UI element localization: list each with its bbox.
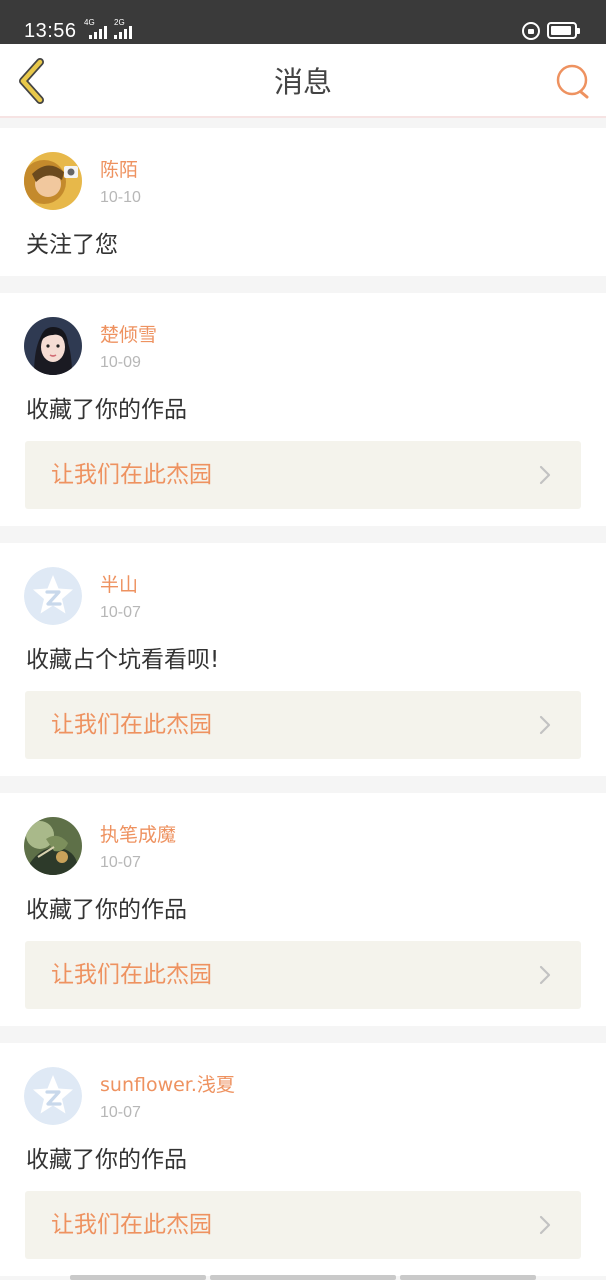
work-link[interactable]: 让我们在此杰园 xyxy=(25,441,581,509)
user-name[interactable]: 楚倾雪 xyxy=(100,323,157,347)
avatar[interactable] xyxy=(24,152,82,210)
avatar[interactable] xyxy=(24,1067,82,1125)
search-icon xyxy=(556,64,589,99)
list-item[interactable]: 陈陌 10-10 关注了您 xyxy=(0,128,606,276)
status-time: 13:56 xyxy=(24,20,77,42)
battery-icon xyxy=(547,22,580,39)
list-item: 半山 10-07 收藏占个坑看看呗! 让我们在此杰园 xyxy=(0,543,606,776)
work-title: 让我们在此杰园 xyxy=(51,962,212,988)
message-text: 收藏了你的作品 xyxy=(26,897,187,923)
list-item: 执笔成魔 10-07 收藏了你的作品 让我们在此杰园 xyxy=(0,793,606,1026)
work-link[interactable]: 让我们在此杰园 xyxy=(25,941,581,1009)
list-item: 楚倾雪 10-09 收藏了你的作品 让我们在此杰园 xyxy=(0,293,606,526)
photo-avatar xyxy=(24,817,82,875)
message-text: 关注了您 xyxy=(26,232,118,258)
header: 消息 xyxy=(0,44,606,118)
photo-avatar xyxy=(24,317,82,375)
post-date: 10-07 xyxy=(100,1104,141,1121)
work-link[interactable]: 让我们在此杰园 xyxy=(25,691,581,759)
default-avatar-icon xyxy=(24,1067,82,1125)
user-name[interactable]: 半山 xyxy=(100,573,138,597)
list-item: sunflower.浅夏 10-07 收藏了你的作品 让我们在此杰园 xyxy=(0,1043,606,1276)
message-text: 收藏了你的作品 xyxy=(26,1147,187,1173)
page-title: 消息 xyxy=(273,65,332,99)
message-text: 收藏占个坑看看呗! xyxy=(26,647,220,673)
work-title: 让我们在此杰园 xyxy=(51,462,212,488)
screen-lock-icon xyxy=(522,22,540,40)
scroll-indicator xyxy=(0,1275,606,1280)
work-link[interactable]: 让我们在此杰园 xyxy=(25,1191,581,1259)
user-name[interactable]: 执笔成魔 xyxy=(100,823,176,847)
work-title: 让我们在此杰园 xyxy=(51,712,212,738)
chevron-right-icon xyxy=(539,465,551,485)
user-name[interactable]: 陈陌 xyxy=(100,158,138,182)
photo-avatar xyxy=(24,152,82,210)
avatar[interactable] xyxy=(24,317,82,375)
signal-icon xyxy=(114,26,134,39)
chevron-right-icon xyxy=(539,1215,551,1235)
avatar[interactable] xyxy=(24,567,82,625)
post-date: 10-10 xyxy=(100,189,141,206)
chevron-right-icon xyxy=(539,715,551,735)
post-date: 10-09 xyxy=(100,354,141,371)
post-date: 10-07 xyxy=(100,854,141,871)
user-name[interactable]: sunflower.浅夏 xyxy=(100,1073,235,1097)
work-title: 让我们在此杰园 xyxy=(51,1212,212,1238)
avatar[interactable] xyxy=(24,817,82,875)
message-text: 收藏了你的作品 xyxy=(26,397,187,423)
default-avatar-icon xyxy=(24,567,82,625)
search-button[interactable] xyxy=(555,63,591,99)
status-bar: 13:56 4G 2G xyxy=(0,0,606,44)
chevron-right-icon xyxy=(539,965,551,985)
post-date: 10-07 xyxy=(100,604,141,621)
signal-icon xyxy=(89,26,109,39)
